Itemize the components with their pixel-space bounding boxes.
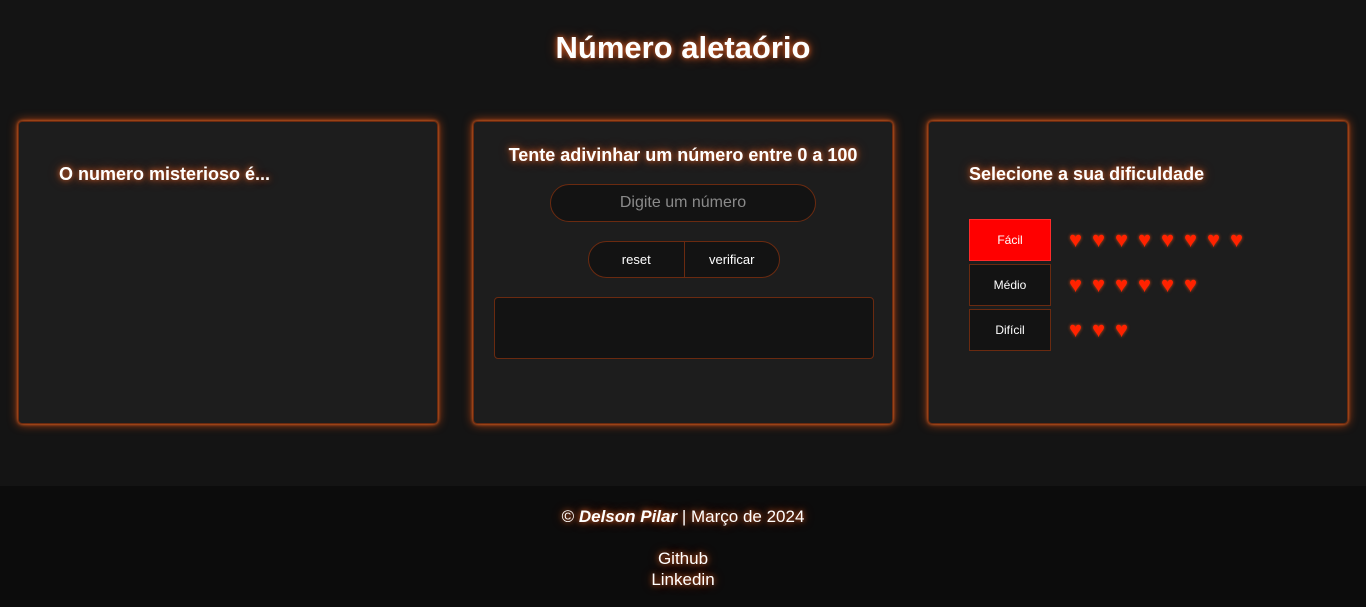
difficulty-medium-button[interactable]: Médio — [969, 264, 1051, 306]
footer-credit: © Delson Pilar | Março de 2024 — [0, 507, 1366, 527]
heart-icon: ♥ — [1115, 317, 1129, 342]
guess-card: Tente adivinhar um número entre 0 a 100 … — [473, 121, 893, 424]
difficulty-row-medium: Médio ♥ ♥ ♥ ♥ ♥ ♥ — [969, 264, 1207, 306]
heart-icon: ♥ — [1115, 272, 1129, 297]
heart-icon: ♥ — [1161, 272, 1175, 297]
heart-icon: ♥ — [1115, 227, 1129, 252]
linkedin-link[interactable]: Linkedin — [643, 569, 723, 590]
heart-icon: ♥ — [1207, 227, 1221, 252]
heart-icon: ♥ — [1138, 272, 1152, 297]
difficulty-hard-button[interactable]: Difícil — [969, 309, 1051, 351]
mystery-heading: O numero misterioso é... — [59, 164, 271, 184]
heart-icon: ♥ — [1184, 227, 1198, 252]
footer: © Delson Pilar | Março de 2024 Github Li… — [0, 486, 1366, 607]
heart-icon: ♥ — [1138, 227, 1152, 252]
easy-lives: ♥ ♥ ♥ ♥ ♥ ♥ ♥ ♥ — [1069, 229, 1253, 251]
difficulty-easy-button[interactable]: Fácil — [969, 219, 1051, 261]
verify-button[interactable]: verificar — [683, 242, 780, 277]
guess-button-group: reset verificar — [588, 241, 780, 278]
heart-icon: ♥ — [1069, 227, 1083, 252]
medium-lives: ♥ ♥ ♥ ♥ ♥ ♥ — [1069, 274, 1207, 296]
result-box — [494, 297, 874, 359]
heart-icon: ♥ — [1069, 317, 1083, 342]
mystery-number-card: O numero misterioso é... — [18, 121, 438, 424]
copyright-symbol: © — [561, 507, 575, 526]
difficulty-row-hard: Difícil ♥ ♥ ♥ — [969, 309, 1138, 351]
difficulty-heading: Selecione a sua dificuldade — [969, 164, 1205, 184]
hard-lives: ♥ ♥ ♥ — [1069, 319, 1138, 341]
heart-icon: ♥ — [1161, 227, 1175, 252]
page-title: Número aletaório — [555, 30, 811, 65]
heart-icon: ♥ — [1092, 272, 1106, 297]
guess-heading: Tente adivinhar um número entre 0 a 100 — [508, 145, 858, 165]
github-link[interactable]: Github — [643, 548, 723, 569]
footer-separator: | — [681, 507, 687, 526]
heart-icon: ♥ — [1230, 227, 1244, 252]
guess-input[interactable] — [550, 184, 816, 222]
footer-date: Março de 2024 — [691, 507, 805, 526]
heart-icon: ♥ — [1092, 317, 1106, 342]
heart-icon: ♥ — [1092, 227, 1106, 252]
footer-links: Github Linkedin — [0, 548, 1366, 590]
reset-button[interactable]: reset — [589, 242, 684, 277]
heart-icon: ♥ — [1069, 272, 1083, 297]
heart-icon: ♥ — [1184, 272, 1198, 297]
difficulty-row-easy: Fácil ♥ ♥ ♥ ♥ ♥ ♥ ♥ ♥ — [969, 219, 1253, 261]
author-name: Delson Pilar — [578, 507, 678, 526]
difficulty-card: Selecione a sua dificuldade Fácil ♥ ♥ ♥ ♥ ♥ ♥… — [928, 121, 1348, 424]
